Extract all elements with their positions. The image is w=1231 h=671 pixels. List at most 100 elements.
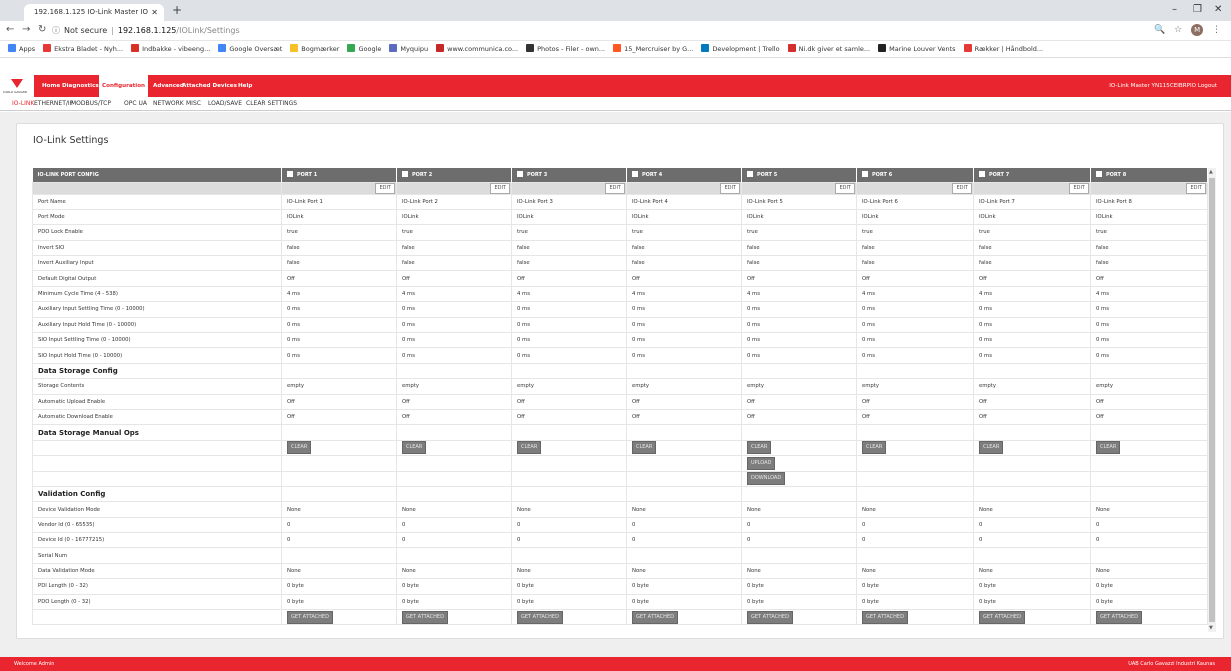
company-text: UAB Carlo Gavazzi Industri Kaunas xyxy=(1128,661,1215,667)
edit-button[interactable]: EDIT xyxy=(375,183,395,193)
clear-button[interactable]: CLEAR xyxy=(632,441,657,455)
browser-menu-icon[interactable]: ⋮ xyxy=(1212,25,1221,35)
edit-button[interactable]: EDIT xyxy=(1186,183,1206,193)
scrollbar[interactable]: ▲ ▼ xyxy=(1208,168,1216,632)
table-cell: 0 byte xyxy=(856,578,974,595)
submenu-clear-settings[interactable]: CLEAR SETTINGS xyxy=(246,97,297,111)
clear-button[interactable]: CLEAR xyxy=(862,441,887,455)
port-checkbox[interactable] xyxy=(517,171,523,178)
submenu-opc-ua[interactable]: OPC UA xyxy=(124,97,147,111)
edit-button[interactable]: EDIT xyxy=(1069,183,1089,193)
bookmark-item[interactable]: Myquipu xyxy=(389,41,428,57)
info-icon[interactable]: ⓘ xyxy=(52,26,60,35)
edit-button[interactable]: EDIT xyxy=(720,183,740,193)
back-icon[interactable]: ← xyxy=(6,24,14,35)
get-attached-button[interactable]: GET ATTACHED xyxy=(979,610,1025,624)
port-checkbox[interactable] xyxy=(632,171,638,178)
bookmark-item[interactable]: Marine Louver Vents xyxy=(878,41,956,57)
bookmark-item[interactable]: Indbakke - vibeeng... xyxy=(131,41,211,57)
submenu-io-link[interactable]: IO-LINK xyxy=(12,97,34,111)
scrollbar-thumb[interactable] xyxy=(1209,178,1215,622)
menu-attached-devices[interactable]: Attached Devices xyxy=(182,75,237,97)
browser-tab[interactable]: 192.168.1.125 IO-Link Master IO ✕ xyxy=(24,4,164,21)
clear-button[interactable]: CLEAR xyxy=(747,441,772,455)
close-window-icon[interactable]: ✕ xyxy=(1214,4,1222,15)
close-tab-icon[interactable]: ✕ xyxy=(151,4,158,21)
clear-button[interactable]: CLEAR xyxy=(979,441,1004,455)
bookmark-item[interactable]: Photos - Filer - own... xyxy=(526,41,605,57)
port-checkbox[interactable] xyxy=(979,171,985,178)
table-cell: IOLink xyxy=(856,208,974,226)
table-cell: None xyxy=(281,501,397,518)
new-tab-button[interactable]: + xyxy=(172,3,182,17)
minimize-icon[interactable]: – xyxy=(1172,4,1177,15)
row-label: Storage Contents xyxy=(32,378,282,395)
clear-button[interactable]: CLEAR xyxy=(517,441,542,455)
device-title[interactable]: IO-Link Master YN115CEIBRPIO Logout xyxy=(1109,75,1217,97)
submenu-ethernet-ip[interactable]: ETHERNET/IP xyxy=(34,97,73,111)
upload-button[interactable]: UPLOAD xyxy=(747,456,776,470)
bookmark-item[interactable]: Rækker | Håndbold... xyxy=(963,41,1043,57)
bookmark-item[interactable]: Bogmærker xyxy=(290,41,339,57)
bookmark-item[interactable]: 15_Mercruiser by G... xyxy=(613,41,693,57)
clear-button[interactable]: CLEAR xyxy=(1096,441,1121,455)
bookmark-item[interactable]: Ni.dk giver et samle... xyxy=(787,41,870,57)
reload-icon[interactable]: ↻ xyxy=(38,24,46,35)
download-button[interactable]: DOWNLOAD xyxy=(747,472,786,486)
submenu-load-save[interactable]: LOAD/SAVE xyxy=(208,97,242,111)
bookmark-item[interactable]: Google xyxy=(347,41,382,57)
edit-button[interactable]: EDIT xyxy=(605,183,625,193)
port-checkbox[interactable] xyxy=(1096,171,1102,178)
table-cell: 0 xyxy=(511,516,627,534)
bookmark-item[interactable]: Google Oversæt xyxy=(218,41,282,57)
bookmark-item[interactable]: Apps xyxy=(8,41,35,57)
table-cell: false xyxy=(396,239,512,257)
edit-cell: EDIT xyxy=(856,181,974,195)
submenu-misc[interactable]: MISC xyxy=(186,97,201,111)
port-checkbox[interactable] xyxy=(287,171,293,178)
url-field[interactable]: ⓘ Not secure | 192.168.1.125/IOLink/Setting… xyxy=(52,24,240,37)
edit-button[interactable]: EDIT xyxy=(835,183,855,193)
bookmark-item[interactable]: www.communica.co... xyxy=(436,41,518,57)
submenu-modbus-tcp[interactable]: MODBUS/TCP xyxy=(71,97,111,111)
profile-avatar[interactable]: M xyxy=(1191,24,1204,36)
scroll-up-icon[interactable]: ▲ xyxy=(1209,169,1213,175)
get-attached-button[interactable]: GET ATTACHED xyxy=(632,610,678,624)
port-checkbox[interactable] xyxy=(862,171,868,178)
menu-home[interactable]: Home xyxy=(42,75,60,97)
table-cell: Off xyxy=(856,393,974,410)
menu-diagnostics[interactable]: Diagnostics xyxy=(62,75,99,97)
button-cell: CLEAR xyxy=(973,439,1091,457)
zoom-icon[interactable]: 🔍 xyxy=(1154,25,1165,35)
submenu-network[interactable]: NETWORK xyxy=(153,97,184,111)
forward-icon[interactable]: → xyxy=(22,24,30,35)
get-attached-button[interactable]: GET ATTACHED xyxy=(862,610,908,624)
port-checkbox[interactable] xyxy=(747,171,753,178)
clear-button[interactable]: CLEAR xyxy=(287,441,312,455)
bookmark-star-icon[interactable]: ☆ xyxy=(1174,25,1182,35)
port-header: PORT 4 xyxy=(626,168,742,182)
menu-help[interactable]: Help xyxy=(238,75,252,97)
edit-button[interactable]: EDIT xyxy=(490,183,510,193)
url-host: 192.168.1.125 xyxy=(117,26,177,35)
menu-advanced[interactable]: Advanced xyxy=(153,75,184,97)
maximize-icon[interactable]: ❐ xyxy=(1193,4,1202,15)
table-cell: true xyxy=(1090,224,1208,241)
menu-configuration[interactable]: Configuration xyxy=(99,75,149,97)
bookmark-item[interactable]: Ekstra Bladet - Nyh... xyxy=(43,41,123,57)
get-attached-button[interactable]: GET ATTACHED xyxy=(402,610,448,624)
bookmark-label: Google xyxy=(358,45,382,53)
get-attached-button[interactable]: GET ATTACHED xyxy=(517,610,563,624)
submenu: IO-LINK ETHERNET/IP MODBUS/TCP OPC UA NE… xyxy=(0,97,1231,111)
get-attached-button[interactable]: GET ATTACHED xyxy=(747,610,793,624)
get-attached-button[interactable]: GET ATTACHED xyxy=(287,610,333,624)
get-attached-button[interactable]: GET ATTACHED xyxy=(1096,610,1142,624)
table-cell: 4 ms xyxy=(856,285,974,303)
scroll-down-icon[interactable]: ▼ xyxy=(1209,625,1213,631)
port-checkbox[interactable] xyxy=(402,171,408,178)
logo[interactable]: CARLO GAVAZZI xyxy=(0,75,34,97)
edit-button[interactable]: EDIT xyxy=(952,183,972,193)
clear-button[interactable]: CLEAR xyxy=(402,441,427,455)
bookmark-label: Indbakke - vibeeng... xyxy=(142,45,211,53)
bookmark-item[interactable]: Development | Trello xyxy=(701,41,780,57)
